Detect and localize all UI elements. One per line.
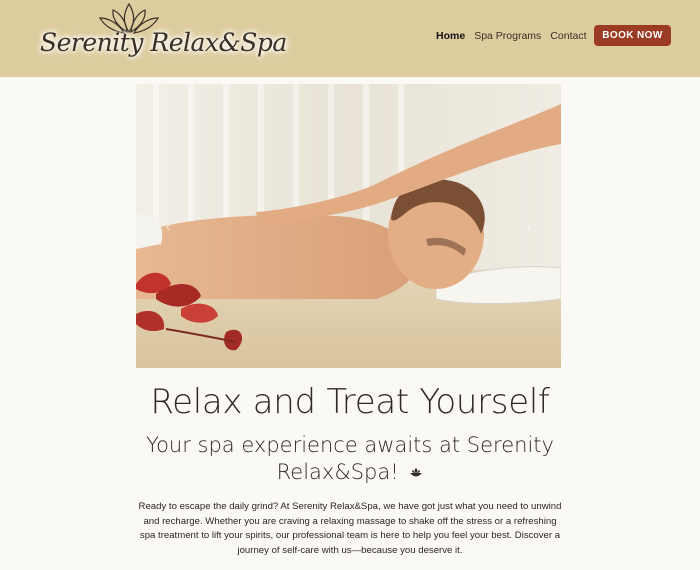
brand-name: Serenity Relax&Spa bbox=[40, 28, 287, 57]
nav-contact-link[interactable]: Contact bbox=[550, 30, 586, 42]
site-header: Serenity Relax&Spa Home Spa Programs Con… bbox=[0, 0, 700, 77]
brand-logo[interactable]: Serenity Relax&Spa bbox=[36, 2, 287, 72]
hero-image bbox=[136, 84, 561, 368]
book-now-button[interactable]: BOOK NOW bbox=[594, 25, 671, 46]
slider-prev-arrow[interactable]: ‹ bbox=[161, 216, 175, 236]
slider-next-arrow[interactable]: › bbox=[522, 216, 536, 236]
main-nav: Home Spa Programs Contact bbox=[436, 30, 587, 42]
page-title: Relax and Treat Yourself bbox=[150, 382, 550, 422]
page-subtitle: Your spa experience awaits at Serenity R… bbox=[140, 432, 560, 486]
hero-slider[interactable]: ‹ › bbox=[136, 84, 561, 368]
subtitle-text: Your spa experience awaits at Serenity R… bbox=[146, 433, 554, 484]
intro-paragraph: Ready to escape the daily grind? At Sere… bbox=[138, 501, 562, 556]
nav-spa-programs-link[interactable]: Spa Programs bbox=[474, 30, 541, 42]
spa-bowl-icon bbox=[410, 468, 423, 477]
nav-home-link[interactable]: Home bbox=[436, 30, 465, 42]
